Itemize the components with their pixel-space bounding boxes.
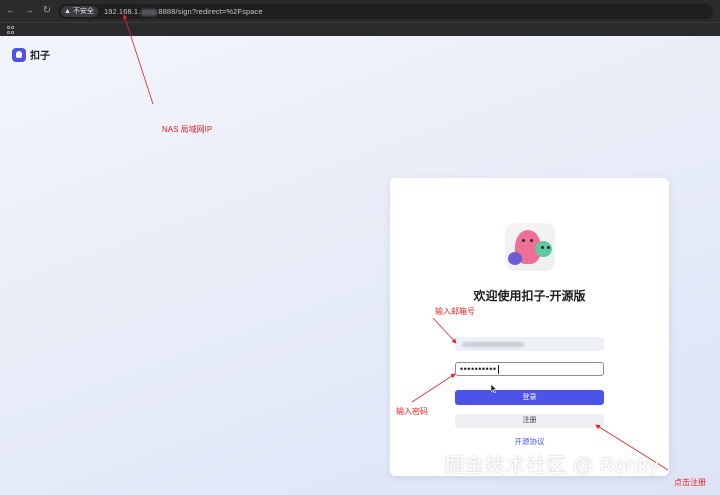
annotation-email: 输入邮箱号 bbox=[435, 307, 475, 316]
license-link[interactable]: 开源协议 bbox=[390, 436, 669, 447]
url-redacted bbox=[141, 8, 158, 16]
text-caret bbox=[497, 365, 499, 375]
page-content: 扣子 欢迎使用扣子-开源版 •••••••••• 登录 注册 开源协议 bbox=[0, 36, 720, 495]
login-title: 欢迎使用扣子-开源版 bbox=[473, 289, 586, 303]
forward-arrow-icon[interactable]: → bbox=[22, 4, 36, 18]
mascot-eye bbox=[547, 246, 550, 249]
warning-icon: ▲ bbox=[64, 8, 71, 15]
mouse-cursor-icon bbox=[491, 384, 497, 393]
brand-logo-icon bbox=[12, 47, 26, 62]
back-arrow-icon[interactable]: ← bbox=[4, 4, 18, 18]
browser-toolbar: ← → ↻ ▲ 不安全 192.168.1. 8888/sign?redirect… bbox=[0, 0, 720, 22]
mascot-eye bbox=[522, 239, 525, 242]
apps-grid-icon[interactable] bbox=[7, 26, 15, 34]
watermark: 掘金技术社区 @ Ronky bbox=[444, 455, 660, 477]
email-field[interactable] bbox=[455, 337, 604, 351]
password-field[interactable]: •••••••••• bbox=[455, 362, 604, 376]
annotation-nas: NAS 局域网IP bbox=[162, 125, 213, 134]
mascot-green bbox=[535, 241, 552, 257]
login-card: 欢迎使用扣子-开源版 •••••••••• 登录 注册 开源协议 bbox=[390, 178, 669, 476]
insecure-label: 不安全 bbox=[72, 8, 94, 15]
brand-name: 扣子 bbox=[30, 51, 50, 62]
mascot-purple bbox=[508, 252, 522, 265]
security-chip[interactable]: ▲ 不安全 bbox=[61, 6, 98, 17]
address-bar[interactable]: ▲ 不安全 192.168.1. 8888/sign?redirect=%2Fsp… bbox=[58, 4, 713, 19]
login-button[interactable]: 登录 bbox=[455, 390, 604, 405]
annotation-password: 输入密码 bbox=[396, 407, 428, 416]
url-text: 192.168.1. 8888/sign?redirect=%2Fspace bbox=[103, 7, 263, 16]
brand[interactable]: 扣子 bbox=[12, 47, 50, 62]
email-redacted bbox=[462, 342, 524, 347]
annotation-register: 点击注册 bbox=[674, 478, 706, 487]
mascot-eye bbox=[530, 239, 533, 242]
register-button[interactable]: 注册 bbox=[455, 414, 604, 428]
reload-icon[interactable]: ↻ bbox=[40, 4, 54, 18]
mascot-illustration bbox=[505, 223, 555, 271]
bookmarks-bar bbox=[0, 22, 720, 36]
mascot-eye bbox=[541, 246, 544, 249]
